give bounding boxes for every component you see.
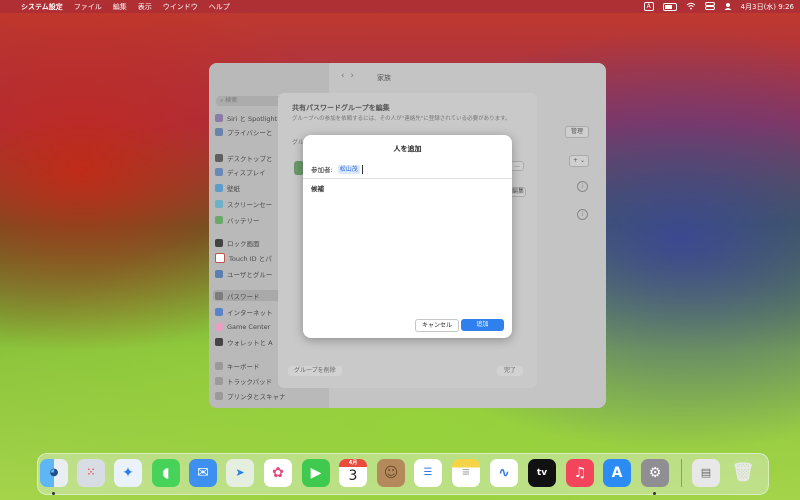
sidebar-item-desktop[interactable]: デスクトップと xyxy=(215,152,273,163)
sidebar-item-touchid[interactable]: Touch ID とパ xyxy=(215,252,272,263)
menu-app-name[interactable]: システム設定 xyxy=(21,2,63,12)
info-icon[interactable]: i xyxy=(577,181,588,192)
mail-icon[interactable]: ✉ xyxy=(189,459,217,487)
sidebar-item-wallpaper[interactable]: 壁紙 xyxy=(215,182,240,193)
control-center-icon[interactable] xyxy=(704,1,715,12)
page-title: 家族 xyxy=(377,74,391,82)
add-person-dialog: 人を追加 参加者: 松山茂 候補 キャンセル 追加 xyxy=(303,135,512,338)
sidebar-item-privacy[interactable]: プライバシーと xyxy=(215,126,272,137)
screensaver-icon xyxy=(215,199,223,208)
menu-extras: A 4月3日(水) 9:26 xyxy=(643,0,794,13)
hand-icon xyxy=(215,127,223,136)
sheet-title: 共有パスワードグループを編集 xyxy=(292,104,390,112)
dialog-title: 人を追加 xyxy=(393,145,422,153)
user-icon[interactable] xyxy=(724,2,732,12)
reminders-icon[interactable]: ☰ xyxy=(414,459,442,487)
calendar-icon[interactable]: 4月 3 xyxy=(339,459,367,487)
facetime-icon[interactable]: ▶ xyxy=(302,459,330,487)
sidebar-item-printers[interactable]: プリンタとスキャナ xyxy=(215,390,286,401)
safari-icon[interactable]: ✦ xyxy=(114,459,142,487)
wallet-icon xyxy=(215,337,223,346)
siri-icon xyxy=(215,113,223,122)
system-settings-icon[interactable]: ⚙ xyxy=(641,459,669,487)
fingerprint-icon xyxy=(215,252,225,263)
sidebar-item-display[interactable]: ディスプレイ xyxy=(215,166,266,177)
at-icon xyxy=(215,307,223,316)
sidebar-item-screensaver[interactable]: スクリーンセー xyxy=(215,198,272,209)
member-options-icon[interactable]: … xyxy=(510,161,524,171)
candidates-heading: 候補 xyxy=(311,185,324,193)
wallpaper-icon xyxy=(215,183,223,192)
manage-button[interactable]: 管理 xyxy=(565,126,589,138)
menu-edit[interactable]: 編集 xyxy=(113,2,127,12)
cancel-button[interactable]: キャンセル xyxy=(415,319,459,332)
search-placeholder: 検索 xyxy=(225,97,238,104)
edit-button[interactable]: 編集 xyxy=(510,187,526,197)
divider xyxy=(303,178,512,179)
gamecenter-icon xyxy=(215,322,223,331)
sidebar-item-users[interactable]: ユーザとグルー xyxy=(215,268,272,279)
add-button[interactable]: 追加 xyxy=(461,319,504,331)
running-indicator xyxy=(653,492,656,495)
freeform-icon[interactable]: ∿ xyxy=(490,459,518,487)
trackpad-icon xyxy=(215,376,223,385)
text-caret xyxy=(361,164,363,174)
keyboard-icon xyxy=(215,361,223,370)
info-icon[interactable]: i xyxy=(577,209,588,220)
participant-token[interactable]: 松山茂 xyxy=(337,164,360,174)
downloads-stack-icon[interactable]: ▤ xyxy=(692,459,720,487)
back-forward-icons[interactable]: ‹ › xyxy=(341,71,354,81)
battery-settings-icon xyxy=(215,215,223,224)
key-icon xyxy=(215,291,223,300)
menu-help[interactable]: ヘルプ xyxy=(209,2,230,12)
calendar-day: 3 xyxy=(348,468,358,484)
clock[interactable]: 4月3日(水) 9:26 xyxy=(741,2,794,12)
app-store-icon[interactable]: A xyxy=(603,459,631,487)
running-indicator xyxy=(52,492,55,495)
contacts-icon[interactable]: ☺ xyxy=(377,459,405,487)
dock-icon xyxy=(215,153,223,162)
add-member-stepper[interactable]: + ⌄ xyxy=(569,155,589,167)
sidebar-item-keyboard[interactable]: キーボード xyxy=(215,360,260,371)
done-button[interactable]: 完了 xyxy=(497,366,523,376)
printer-icon xyxy=(215,391,223,400)
battery-icon[interactable] xyxy=(662,2,677,11)
wifi-icon[interactable] xyxy=(686,2,696,12)
users-icon xyxy=(215,269,223,278)
trash-icon[interactable]: 🗑 xyxy=(729,459,757,487)
participant-label: 参加者: xyxy=(311,166,333,174)
finder-icon[interactable]: ◕ xyxy=(40,459,68,487)
sheet-subtitle: グループへの参加を依頼するには、その人が"連絡先"に登録されている必要があります… xyxy=(292,116,511,122)
launchpad-icon[interactable]: ⁙ xyxy=(77,459,105,487)
music-icon[interactable]: ♫ xyxy=(566,459,594,487)
sidebar-item-siri[interactable]: Siri と Spotlight xyxy=(215,112,277,123)
sidebar-item-gamecenter[interactable]: Game Center xyxy=(215,321,270,332)
menu-view[interactable]: 表示 xyxy=(138,2,152,12)
messages-icon[interactable]: ◖ xyxy=(152,459,180,487)
menu-file[interactable]: ファイル xyxy=(74,2,102,12)
sidebar-item-internet[interactable]: インターネット xyxy=(215,306,273,317)
calendar-month: 4月 xyxy=(339,459,367,467)
sidebar-item-wallet[interactable]: ウォレットと A xyxy=(215,336,273,347)
notes-icon[interactable]: ≡ xyxy=(452,459,480,487)
dock-separator xyxy=(681,459,682,487)
photos-icon[interactable]: ✿ xyxy=(264,459,292,487)
menu-window[interactable]: ウインドウ xyxy=(163,2,198,12)
menu-bar: システム設定 ファイル 編集 表示 ウインドウ ヘルプ A 4月3日(水) 9:… xyxy=(0,0,800,13)
participant-field[interactable]: 参加者: 松山茂 xyxy=(311,163,504,175)
tv-icon[interactable]: tv xyxy=(528,459,556,487)
sidebar-item-battery[interactable]: バッテリー xyxy=(215,214,260,225)
delete-group-button[interactable]: グループを削除 xyxy=(288,366,342,376)
lock-icon xyxy=(215,238,223,247)
sidebar-item-trackpad[interactable]: トラックパッド xyxy=(215,375,272,386)
maps-icon[interactable]: ➤ xyxy=(226,459,254,487)
input-source-indicator[interactable]: A xyxy=(643,2,654,11)
sidebar-item-lockscreen[interactable]: ロック画面 xyxy=(215,237,260,248)
display-icon xyxy=(215,167,223,176)
